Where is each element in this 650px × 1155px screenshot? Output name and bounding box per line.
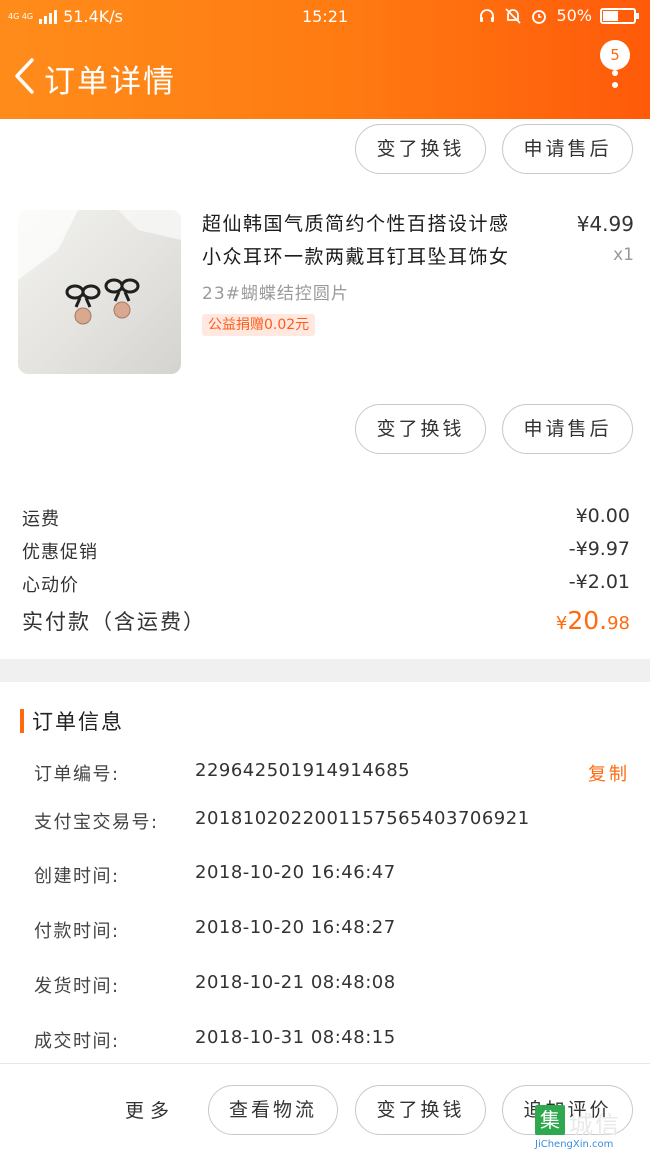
shipping-label: 运费 <box>22 509 60 530</box>
deal-time-row: 成交时间: 2018-10-31 08:48:15 <box>34 1027 634 1057</box>
product-sku: 23#蝴蝶结控圆片 <box>202 284 349 304</box>
watermark-url: JiChengXin.com <box>535 1139 614 1150</box>
watermark-name: 城信 <box>569 1111 621 1139</box>
product-name-line-2: 小众耳环一款两戴耳钉耳坠耳饰女 <box>202 246 510 268</box>
created-time-row: 创建时间: 2018-10-20 16:46:47 <box>34 862 634 892</box>
battery-fill <box>603 10 618 21</box>
more-link[interactable]: 更多 <box>125 1096 175 1123</box>
info-value: 2018-10-31 08:48:15 <box>195 1027 396 1048</box>
section-divider <box>0 659 650 682</box>
info-label: 付款时间: <box>34 921 120 942</box>
info-label: 成交时间: <box>34 1031 120 1052</box>
more-menu-button[interactable]: 5 <box>590 36 640 96</box>
section-accent-bar <box>20 709 24 733</box>
exchange-button[interactable]: 变了换钱 <box>355 124 486 174</box>
info-label: 订单编号: <box>34 764 120 785</box>
charity-badge: 公益捐赠0.02元 <box>202 314 316 336</box>
product-name-line-1: 超仙韩国气质简约个性百搭设计感 <box>202 213 510 235</box>
total-decimal: 98 <box>607 613 630 634</box>
total-currency: ¥ <box>555 613 568 634</box>
view-logistics-button[interactable]: 查看物流 <box>208 1085 338 1135</box>
battery-icon <box>600 7 639 24</box>
heart-price-label: 心动价 <box>22 575 79 596</box>
heart-price-value: -¥2.01 <box>568 571 630 593</box>
more-dots-icon <box>612 70 618 94</box>
mute-bell-icon <box>505 7 522 24</box>
info-value: 2018-10-21 08:48:08 <box>195 972 396 993</box>
order-number-row: 订单编号: 229642501914914685 复制 <box>34 760 634 790</box>
promo-row: 优惠促销 -¥9.97 <box>22 538 630 568</box>
info-value: 2018102022001157565403706921 <box>195 808 530 829</box>
heart-price-row: 心动价 -¥2.01 <box>22 571 630 601</box>
info-value: 2018-10-20 16:46:47 <box>195 862 396 883</box>
order-info-title: 订单信息 <box>32 710 124 734</box>
product-name[interactable]: 超仙韩国气质简约个性百搭设计感 小众耳环一款两戴耳钉耳坠耳饰女 <box>202 208 558 274</box>
back-arrow-icon[interactable] <box>8 54 40 98</box>
order-number-value: 229642501914914685 <box>195 760 411 781</box>
headset-icon <box>480 8 495 22</box>
product-after-sales-button[interactable]: 申请售后 <box>502 404 633 454</box>
total-label: 实付款（含运费） <box>22 610 206 634</box>
promo-value: -¥9.97 <box>568 538 630 560</box>
product-exchange-button[interactable]: 变了换钱 <box>355 404 486 454</box>
total-integer: 20. <box>567 606 608 635</box>
status-right: 50% <box>478 6 639 25</box>
watermark-mark: 集 <box>535 1105 565 1135</box>
page-title: 订单详情 <box>44 64 176 100</box>
shipping-row: 运费 ¥0.00 <box>22 505 630 535</box>
info-value: 2018-10-20 16:48:27 <box>195 917 396 938</box>
alarm-icon <box>532 9 547 24</box>
info-label: 支付宝交易号: <box>34 812 159 833</box>
bottom-exchange-button[interactable]: 变了换钱 <box>355 1085 486 1135</box>
battery-percent: 50% <box>556 6 592 25</box>
copy-button[interactable]: 复制 <box>588 760 630 786</box>
earring-illustration <box>18 210 181 325</box>
info-label: 创建时间: <box>34 866 120 887</box>
after-sales-button[interactable]: 申请售后 <box>502 124 633 174</box>
message-count-badge: 5 <box>600 40 630 70</box>
total-row: 实付款（含运费） ¥20.98 <box>22 606 630 642</box>
info-label: 发货时间: <box>34 976 120 997</box>
status-bar: 4G 4G 51.4K/s 15:21 50% <box>0 0 650 34</box>
shipping-value: ¥0.00 <box>575 505 630 527</box>
promo-label: 优惠促销 <box>22 542 98 563</box>
shipping-time-row: 发货时间: 2018-10-21 08:48:08 <box>34 972 634 1002</box>
alipay-trade-row: 支付宝交易号: 2018102022001157565403706921 <box>34 808 634 838</box>
payment-time-row: 付款时间: 2018-10-20 16:48:27 <box>34 917 634 947</box>
product-quantity: x1 <box>613 245 634 265</box>
top-nav-bar: 4G 4G 51.4K/s 15:21 50% 订单详情 5 <box>0 0 650 119</box>
total-value: ¥20.98 <box>556 606 630 635</box>
product-price: ¥4.99 <box>576 212 634 236</box>
watermark-logo: 集 城信 JiChengXin.com <box>535 1105 647 1153</box>
product-image[interactable] <box>18 210 181 374</box>
